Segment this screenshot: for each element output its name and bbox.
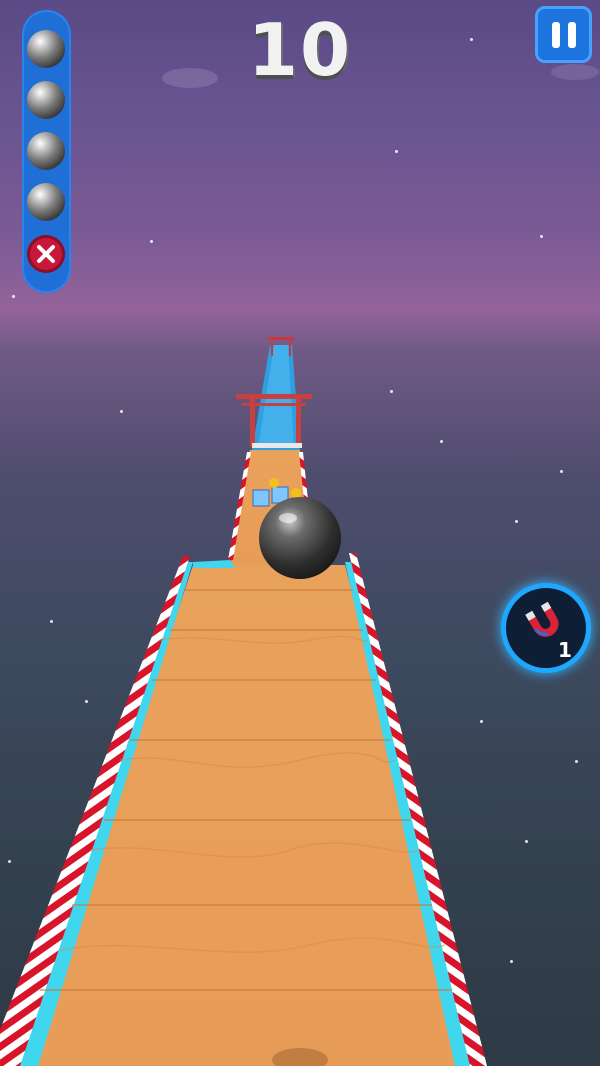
star [540,235,543,238]
cloud [551,64,599,80]
gift-box-pickup [252,489,270,507]
ball-highlight [279,513,297,523]
pause-icon [548,21,580,48]
ball-icon [27,132,65,170]
star [510,960,513,963]
ball-icon [27,183,65,221]
score-counter: 10 [247,8,353,92]
close-icon [27,235,65,273]
star [525,840,528,843]
magnet-powerup-button[interactable]: 1 [501,583,591,673]
star [480,720,483,723]
star [12,295,15,298]
star [395,150,398,153]
star [390,390,393,393]
ball-icon [27,81,65,119]
gate-step [252,443,302,448]
pause-button[interactable] [535,6,592,63]
star [440,440,443,443]
ball-icon [27,30,65,68]
player-ball [259,497,341,579]
coin-pickup [269,478,279,488]
star [470,38,473,41]
magnet-count: 1 [558,638,572,662]
star [150,240,153,243]
star [515,520,518,523]
star [85,700,88,703]
star [8,860,11,863]
star [560,470,563,473]
lives-panel [22,10,71,293]
track-edge-step [193,560,235,568]
game-scene [0,0,600,1066]
coin-pickup [291,488,301,498]
star [120,410,123,413]
game-world [0,64,599,1066]
star [50,620,53,623]
star [575,760,578,763]
